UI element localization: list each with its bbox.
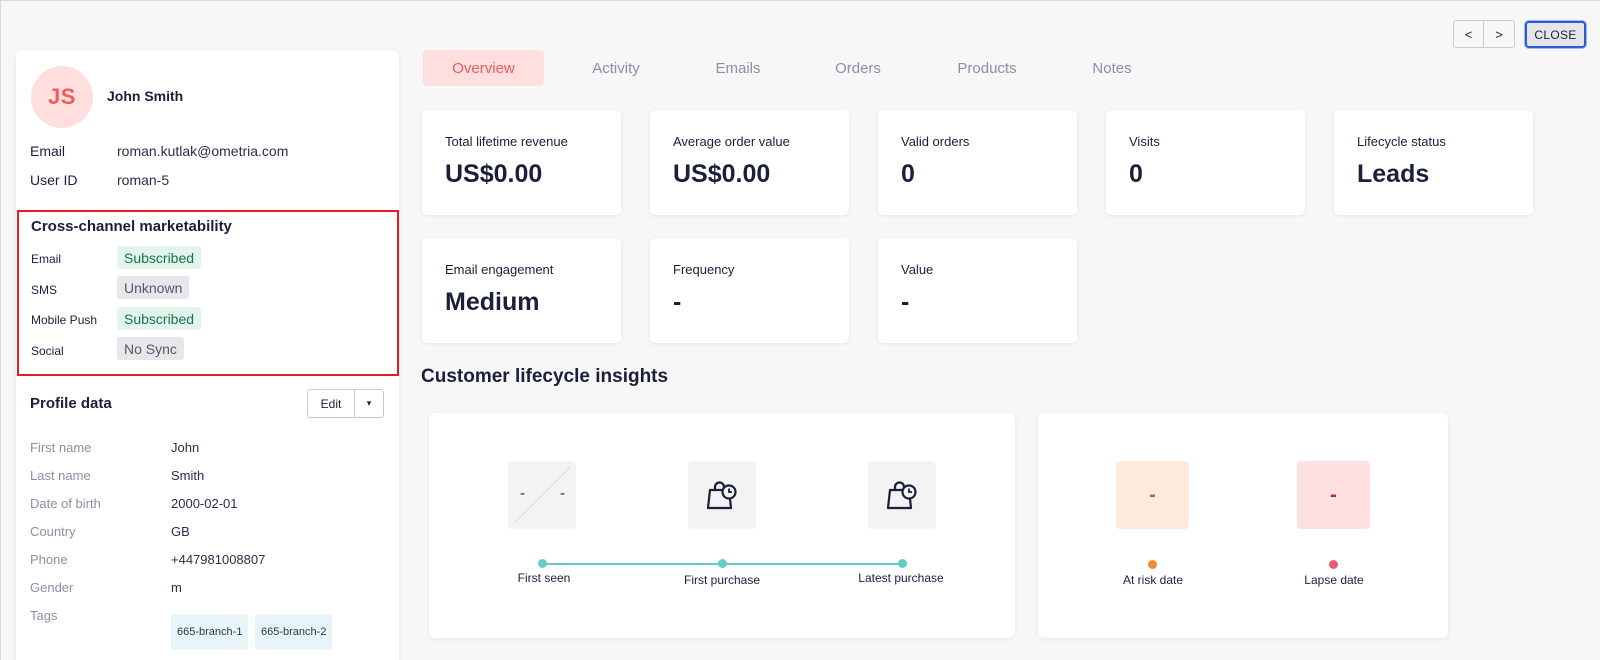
chevron-down-icon: ▾ (366, 398, 372, 408)
channel-label-sms: SMS (31, 283, 58, 297)
field-label-date-of-birth: Date of birth (30, 496, 101, 511)
diagonal-divider-icon (513, 466, 571, 524)
previous-button[interactable]: < (1453, 20, 1484, 48)
edit-button-group: Edit ▾ (307, 389, 384, 418)
field-value-country: GB (171, 524, 190, 539)
at-risk-date-label: At risk date (1122, 573, 1184, 587)
next-button[interactable]: > (1484, 20, 1515, 48)
metric-card-total-lifetime-revenue: Total lifetime revenue US$0.00 (422, 110, 621, 215)
at-risk-dot (1148, 560, 1157, 569)
metric-label: Total lifetime revenue (445, 134, 568, 149)
tab-products[interactable]: Products (937, 50, 1037, 86)
field-label-phone: Phone (30, 552, 68, 567)
timeline-dot-first-purchase (718, 559, 727, 568)
metric-card-frequency: Frequency - (650, 238, 849, 343)
shopping-bag-clock-icon (706, 481, 737, 510)
metric-label: Valid orders (901, 134, 970, 149)
tag-chip: 665-branch-1 (171, 614, 249, 650)
first-seen-right-value: - (560, 485, 565, 502)
lapse-tile: - (1297, 461, 1370, 529)
metric-label: Lifecycle status (1357, 134, 1446, 149)
top-border (0, 0, 1600, 1)
status-badge-mobile-push: Subscribed (117, 307, 202, 330)
field-label-country: Country (30, 524, 76, 539)
timeline-label-first-purchase: First purchase (683, 573, 761, 587)
metric-card-lifecycle-status: Lifecycle status Leads (1334, 110, 1533, 215)
left-border (0, 0, 1, 660)
tab-overview[interactable]: Overview (423, 50, 544, 86)
shopping-bag-clock-icon (886, 481, 917, 510)
status-badge-sms: Unknown (117, 276, 190, 299)
lapse-date-label: Lapse date (1304, 573, 1364, 587)
marketability-title: Cross-channel marketability (31, 218, 232, 235)
field-label-gender: Gender (30, 580, 74, 595)
record-navigation: < > (1453, 20, 1515, 48)
metric-card-average-order-value: Average order value US$0.00 (650, 110, 849, 215)
field-label-last-name: Last name (30, 468, 91, 483)
field-value-date-of-birth: 2000-02-01 (171, 496, 238, 511)
profile-panel: JS John Smith Email roman.kutlak@ometria… (16, 50, 399, 660)
tab-orders[interactable]: Orders (808, 50, 908, 86)
timeline-dot-latest-purchase (898, 559, 907, 568)
lifecycle-insights-title: Customer lifecycle insights (421, 366, 669, 387)
channel-label-email: Email (31, 252, 62, 266)
metric-value: - (901, 288, 910, 316)
timeline-dot-first-seen (538, 559, 547, 568)
churn-risk-card: - - At risk date Lapse date (1038, 413, 1448, 638)
lifecycle-timeline-card: - - First seen First purchase Latest pur… (429, 413, 1015, 638)
metric-card-value: Value - (878, 238, 1077, 343)
user-id-value: roman-5 (117, 172, 170, 188)
close-button[interactable]: CLOSE (1525, 21, 1586, 48)
tab-activity[interactable]: Activity (566, 50, 666, 86)
metric-label: Value (901, 262, 934, 277)
profile-name: John Smith (107, 88, 184, 104)
metric-value: 0 (901, 160, 915, 188)
first-purchase-tile (688, 461, 756, 529)
user-id-label: User ID (30, 172, 78, 188)
metric-value: 0 (1129, 160, 1143, 188)
latest-purchase-tile (868, 461, 936, 529)
first-seen-left-value: - (520, 485, 525, 502)
field-value-first-name: John (171, 440, 200, 455)
avatar: JS (31, 66, 93, 128)
metric-value: Medium (445, 288, 540, 316)
field-label-tags: Tags (30, 608, 58, 623)
timeline-label-latest-purchase: Latest purchase (858, 571, 944, 585)
field-value-gender: m (171, 580, 182, 595)
field-value-phone: +447981008807 (171, 552, 266, 567)
metric-card-visits: Visits 0 (1106, 110, 1305, 215)
field-label-first-name: First name (30, 440, 92, 455)
metric-value: US$0.00 (445, 160, 543, 188)
metric-value: - (673, 288, 682, 316)
timeline-label-first-seen: First seen (517, 571, 571, 585)
metric-card-valid-orders: Valid orders 0 (878, 110, 1077, 215)
email-label: Email (30, 143, 66, 159)
metric-card-email-engagement: Email engagement Medium (422, 238, 621, 343)
lapse-dot (1329, 560, 1338, 569)
edit-button[interactable]: Edit (307, 389, 355, 418)
field-value-last-name: Smith (171, 468, 205, 483)
metric-label: Visits (1129, 134, 1160, 149)
profile-data-title: Profile data (30, 395, 112, 412)
status-badge-email: Subscribed (117, 246, 202, 269)
cross-channel-marketability: Cross-channel marketability Email Subscr… (17, 210, 399, 376)
metric-label: Email engagement (445, 262, 554, 277)
metric-label: Average order value (673, 134, 790, 149)
tag-chip: 665-branch-2 (255, 614, 333, 650)
email-value: roman.kutlak@ometria.com (117, 143, 289, 159)
first-seen-tile: - - (508, 461, 576, 529)
metric-value: Leads (1357, 160, 1430, 188)
channel-label-mobile-push: Mobile Push (31, 313, 98, 327)
edit-dropdown-toggle[interactable]: ▾ (355, 389, 384, 418)
channel-label-social: Social (31, 344, 64, 358)
at-risk-tile: - (1116, 461, 1189, 529)
tab-emails[interactable]: Emails (688, 50, 788, 86)
metric-value: US$0.00 (673, 160, 771, 188)
tab-notes[interactable]: Notes (1062, 50, 1162, 86)
metric-label: Frequency (673, 262, 735, 277)
status-badge-social: No Sync (117, 337, 184, 360)
